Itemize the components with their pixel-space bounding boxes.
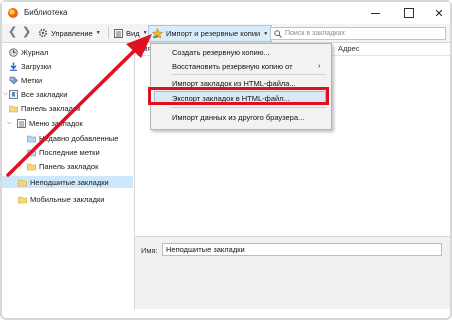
annotation-arrow-icon bbox=[6, 34, 152, 177]
